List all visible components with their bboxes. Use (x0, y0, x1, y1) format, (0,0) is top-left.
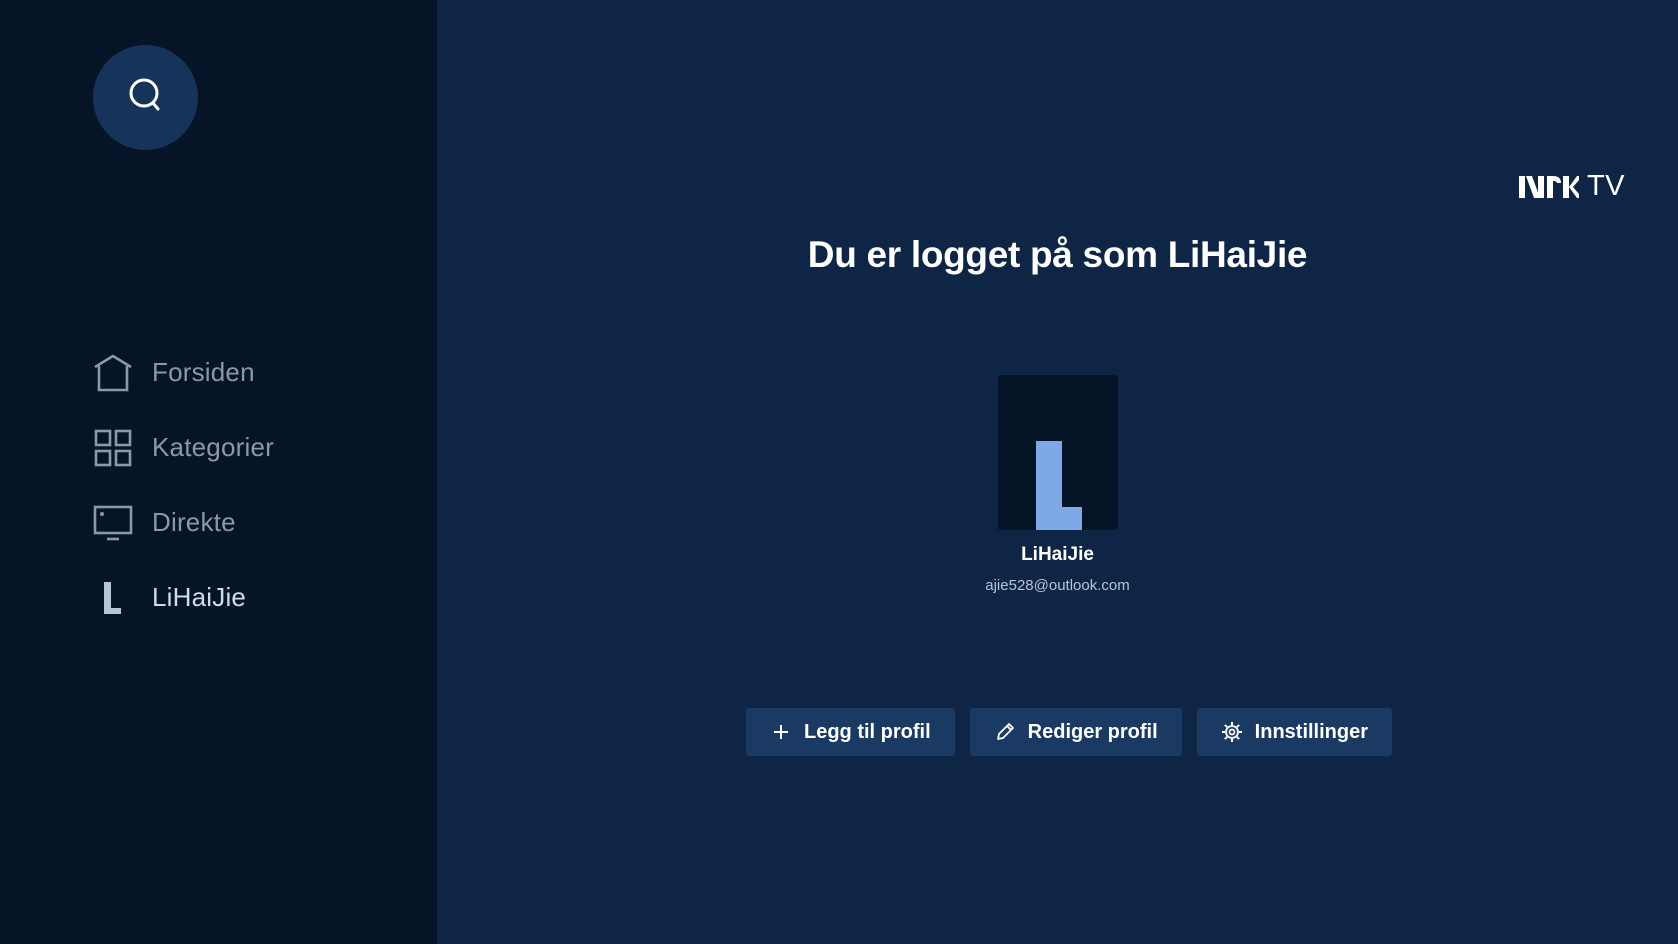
main-content: TV Du er logget på som LiHaiJie LiHaiJie… (437, 0, 1678, 944)
add-profile-label: Legg til profil (804, 720, 931, 743)
plus-icon (770, 721, 792, 743)
sidebar-item-forsiden[interactable]: Forsiden (93, 335, 423, 410)
grid-icon (93, 428, 133, 468)
add-profile-button[interactable]: Legg til profil (746, 708, 955, 756)
sidebar-nav: Forsiden Kategorier Direkte LiHaiJie (93, 335, 423, 635)
tv-icon (93, 503, 133, 543)
home-icon (93, 353, 133, 393)
edit-profile-label: Rediger profil (1027, 720, 1158, 743)
sidebar-item-label: Kategorier (152, 432, 274, 462)
pencil-icon (994, 721, 1016, 743)
sidebar-item-label: Forsiden (152, 357, 255, 387)
profile-actions: Legg til profil Rediger profil Innstilli… (746, 708, 1393, 756)
profile-name: LiHaiJie (1021, 544, 1094, 565)
settings-label: Innstillinger (1254, 720, 1369, 743)
profile-email: ajie528@outlook.com (985, 577, 1130, 594)
search-button[interactable] (93, 45, 198, 150)
sidebar: Forsiden Kategorier Direkte LiHaiJie (0, 0, 437, 944)
sidebar-item-label: LiHaiJie (152, 582, 247, 612)
sidebar-item-label: Direkte (152, 507, 236, 537)
nrk-tv-logo: TV (1518, 170, 1625, 203)
nrk-logo-mark (1518, 175, 1579, 198)
sidebar-item-direkte[interactable]: Direkte (93, 485, 423, 560)
gear-icon (1221, 721, 1243, 743)
edit-profile-button[interactable]: Rediger profil (969, 708, 1182, 756)
sidebar-item-profile[interactable]: LiHaiJie (93, 560, 423, 635)
profile-avatar (998, 375, 1118, 530)
settings-button[interactable]: Innstillinger (1196, 708, 1393, 756)
logo-tv-text: TV (1586, 170, 1625, 202)
search-icon (126, 75, 166, 120)
sidebar-item-kategorier[interactable]: Kategorier (93, 410, 423, 485)
profile-letter-icon (93, 578, 133, 618)
page-title: Du er logget på som LiHaiJie (807, 234, 1308, 275)
